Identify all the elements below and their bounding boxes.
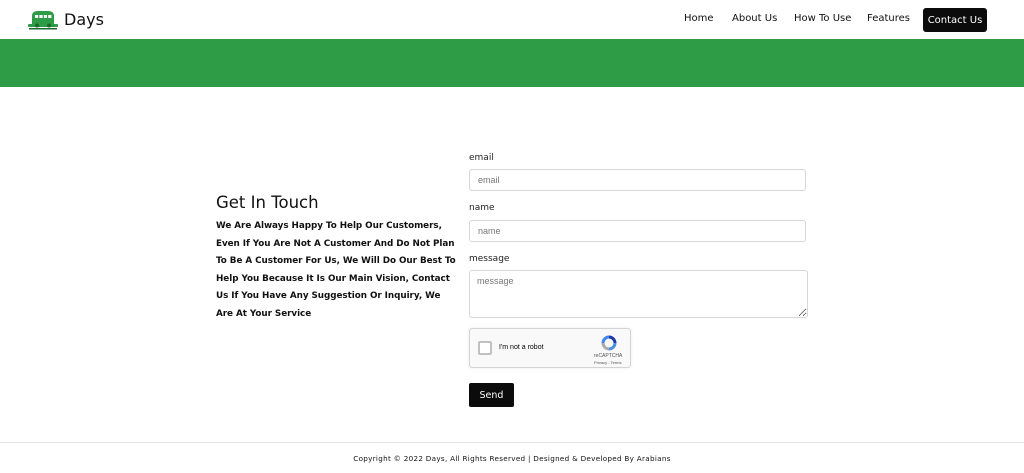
section-description: We Are Always Happy To Help Our Customer… xyxy=(216,221,456,319)
email-label: email xyxy=(469,153,494,163)
copyright-text: Copyright © 2022 Days, All Rights Reserv… xyxy=(353,454,671,463)
brand-logo[interactable]: Days xyxy=(27,6,104,33)
nav-contact-us-button[interactable]: Contact Us xyxy=(923,8,987,32)
nav-about-us[interactable]: About Us xyxy=(732,13,777,24)
nav-features[interactable]: Features xyxy=(867,13,910,24)
recaptcha-label: I'm not a robot xyxy=(499,344,544,351)
recaptcha-widget: I'm not a robot reCAPTCHA Privacy - Term… xyxy=(469,328,631,368)
message-label: message xyxy=(469,254,510,264)
recaptcha-brand: reCAPTCHA xyxy=(594,353,623,359)
footer: Copyright © 2022 Days, All Rights Reserv… xyxy=(0,442,1024,473)
recaptcha-checkbox[interactable] xyxy=(478,341,492,355)
section-title: Get In Touch xyxy=(216,193,319,212)
email-input[interactable] xyxy=(469,169,806,191)
get-in-touch-section: Get In Touch We Are Always Happy To Help… xyxy=(216,192,456,324)
nav-how-to-use[interactable]: How To Use xyxy=(794,13,851,24)
name-input[interactable] xyxy=(469,220,806,242)
bus-logo-icon xyxy=(27,8,59,32)
green-banner xyxy=(0,39,1024,87)
recaptcha-terms-link[interactable]: Privacy - Terms xyxy=(594,360,621,365)
navbar: Days Home About Us How To Use Features C… xyxy=(0,0,1024,39)
name-label: name xyxy=(469,203,495,213)
nav-home[interactable]: Home xyxy=(684,13,714,24)
brand-name: Days xyxy=(64,10,104,29)
message-textarea[interactable] xyxy=(469,270,808,318)
send-button[interactable]: Send xyxy=(469,383,514,407)
